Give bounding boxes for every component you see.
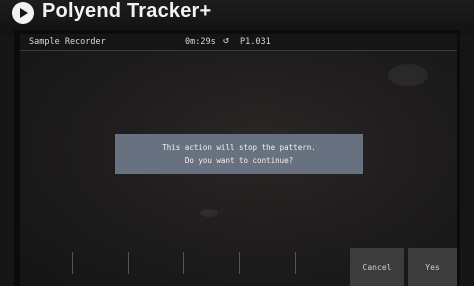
function-slot-divider bbox=[128, 252, 129, 274]
function-slot-divider bbox=[239, 252, 240, 274]
sync-icon: ↺ bbox=[223, 35, 230, 46]
confirm-dialog: This action will stop the pattern. Do yo… bbox=[115, 134, 363, 174]
device-top: Polyend Tracker+ bbox=[0, 0, 474, 34]
recording-time: 0m:29s bbox=[185, 37, 216, 47]
device-brand: Polyend Tracker+ bbox=[42, 0, 212, 22]
pattern-number: P1.031 bbox=[240, 37, 271, 47]
screen-smudge bbox=[200, 209, 218, 217]
function-bar: Cancel Yes bbox=[20, 248, 457, 286]
polyend-logo-icon bbox=[12, 2, 34, 24]
cancel-button[interactable]: Cancel bbox=[350, 248, 404, 286]
device-screen: Sample Recorder 0m:29s ↺ P1.031 This act… bbox=[20, 34, 457, 286]
screen-title: Sample Recorder bbox=[29, 37, 106, 47]
screen-smudge bbox=[388, 64, 428, 86]
function-slot-divider bbox=[72, 252, 73, 274]
yes-button[interactable]: Yes bbox=[408, 248, 457, 286]
function-slot-divider bbox=[183, 252, 184, 274]
dialog-message-line1: This action will stop the pattern. bbox=[162, 143, 316, 152]
status-header: Sample Recorder 0m:29s ↺ P1.031 bbox=[20, 34, 457, 51]
function-slot-divider bbox=[295, 252, 296, 274]
dialog-message-line2: Do you want to continue? bbox=[184, 156, 294, 165]
